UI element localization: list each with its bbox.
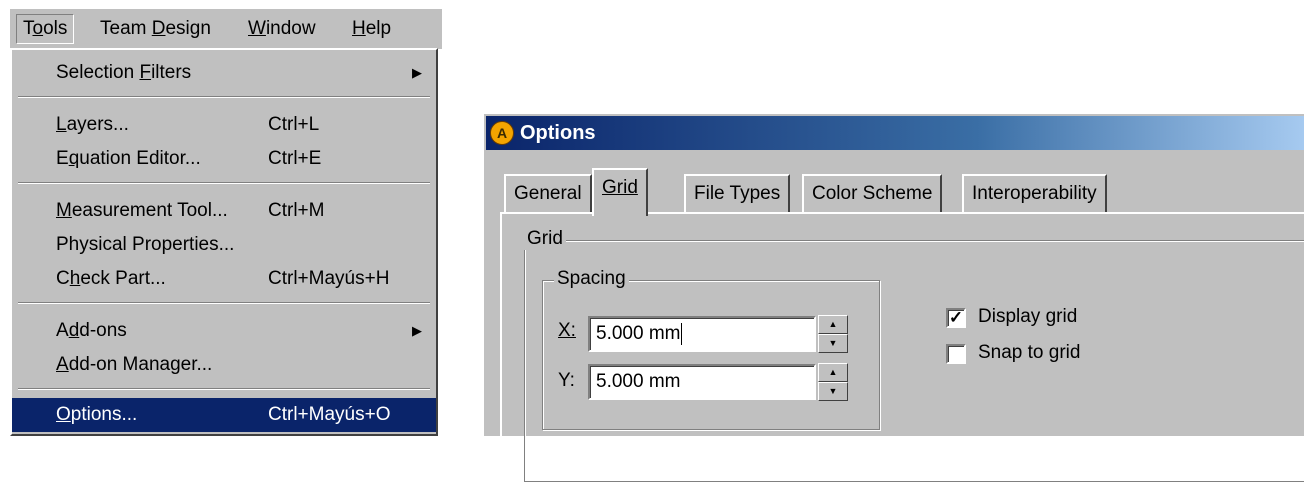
spacing-groupbox [542, 280, 880, 430]
tab-color-scheme[interactable]: Color Scheme [802, 174, 943, 212]
menu-item-shortcut: Ctrl+Mayús+H [268, 268, 390, 289]
menu-help[interactable]: Help [346, 15, 397, 43]
menu-item-label: Layers... [56, 114, 129, 135]
tab-file-types[interactable]: File Types [684, 174, 791, 212]
x-spacing-input[interactable]: 5.000 mm [588, 316, 816, 352]
spacing-group-title: Spacing [554, 268, 629, 290]
tab-interoperability[interactable]: Interoperability [962, 174, 1107, 212]
display-grid-checkbox[interactable]: ✓ [946, 308, 966, 328]
submenu-arrow-icon: ▶ [412, 65, 422, 80]
menu-item-shortcut: Ctrl+M [268, 200, 325, 221]
options-dialog: A Options General Grid File Types Color … [482, 112, 1304, 482]
menu-team-design[interactable]: Team Design [94, 15, 217, 43]
menu-separator [18, 96, 430, 98]
menu-item-selection-filters[interactable]: Selection Filters ▶ [12, 56, 436, 90]
menu-item-label: Physical Properties... [56, 234, 235, 255]
grid-group-title: Grid [524, 228, 566, 250]
menu-item-label: Equation Editor... [56, 148, 201, 169]
menu-item-equation-editor[interactable]: Equation Editor... Ctrl+E [12, 142, 436, 176]
app-logo-icon: A [490, 121, 514, 145]
menu-separator [18, 182, 430, 184]
menu-item-shortcut: Ctrl+Mayús+O [268, 404, 391, 425]
tools-dropdown-menu: Selection Filters ▶ Layers... Ctrl+L Equ… [10, 48, 438, 436]
menu-item-layers[interactable]: Layers... Ctrl+L [12, 108, 436, 142]
spin-up-icon[interactable]: ▲ [818, 363, 848, 382]
menu-item-label: Options... [56, 404, 138, 425]
menu-item-add-ons[interactable]: Add-ons ▶ [12, 314, 436, 348]
y-spinner[interactable]: ▲ ▼ [818, 363, 848, 401]
grid-tab-panel: Grid Spacing X: 5.000 mm ▲ ▼ Y: 5.000 mm… [500, 212, 1304, 482]
y-spacing-input[interactable]: 5.000 mm [588, 364, 816, 400]
menu-item-add-on-manager[interactable]: Add-on Manager... [12, 348, 436, 382]
snap-to-grid-checkbox[interactable] [946, 344, 966, 364]
menu-separator [18, 388, 430, 390]
dialog-title: Options [520, 122, 596, 144]
menu-tools[interactable]: Tools [16, 14, 75, 44]
menu-item-label: Add-on Manager... [56, 354, 213, 375]
spin-up-icon[interactable]: ▲ [818, 315, 848, 334]
menu-item-shortcut: Ctrl+L [268, 114, 320, 135]
menu-item-measurement-tool[interactable]: Measurement Tool... Ctrl+M [12, 194, 436, 228]
menu-item-check-part[interactable]: Check Part... Ctrl+Mayús+H [12, 262, 436, 296]
menu-item-label: Selection Filters [56, 62, 192, 83]
tab-general[interactable]: General [504, 174, 592, 212]
title-bar[interactable]: A Options [486, 116, 1304, 150]
spin-down-icon[interactable]: ▼ [818, 382, 848, 401]
menu-item-options[interactable]: Options... Ctrl+Mayús+O [12, 398, 436, 432]
tab-grid[interactable]: Grid [592, 168, 648, 216]
menu-window[interactable]: Window [242, 15, 322, 43]
spin-down-icon[interactable]: ▼ [818, 334, 848, 353]
y-label: Y: [558, 370, 575, 391]
snap-to-grid-label: Snap to grid [978, 342, 1081, 363]
x-spinner[interactable]: ▲ ▼ [818, 315, 848, 353]
menu-item-physical-properties[interactable]: Physical Properties... [12, 228, 436, 262]
menu-bar: Tools Team Design Window Help [10, 7, 442, 49]
menu-separator [18, 302, 430, 304]
display-grid-label: Display grid [978, 306, 1078, 327]
menu-item-label: Measurement Tool... [56, 200, 228, 221]
menu-item-label: Check Part... [56, 268, 166, 289]
submenu-arrow-icon: ▶ [412, 323, 422, 338]
x-label: X: [558, 320, 576, 341]
menu-item-shortcut: Ctrl+E [268, 148, 322, 169]
menu-item-label: Add-ons [56, 320, 127, 341]
